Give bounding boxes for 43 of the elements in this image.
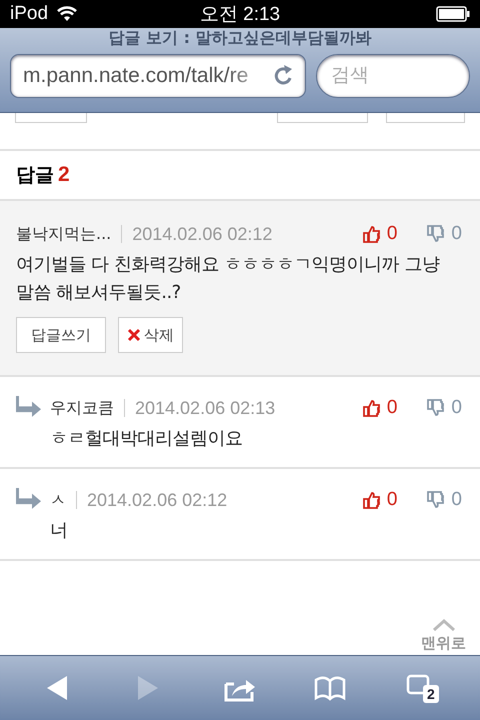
thumbs-up-icon[interactable] bbox=[362, 399, 381, 417]
like-count: 0 bbox=[386, 489, 398, 511]
section-title: 답글 bbox=[16, 163, 54, 188]
cut-off-button[interactable] bbox=[386, 113, 465, 123]
address-field[interactable]: m.pann.nate.com/talk/re bbox=[10, 54, 306, 98]
caret-icon bbox=[432, 618, 456, 632]
bookmarks-button[interactable] bbox=[314, 674, 346, 702]
author-name[interactable]: 불낙지먹는... bbox=[16, 224, 112, 244]
comment-text: 너 bbox=[50, 519, 68, 543]
author-name[interactable]: ㅅ bbox=[50, 490, 66, 510]
thumbs-up-icon[interactable] bbox=[362, 491, 381, 509]
comment-text: ㅎㄹ헐대박대리설렘이요 bbox=[50, 427, 244, 451]
reply-button[interactable]: 답글쓰기 bbox=[16, 317, 106, 353]
delete-button[interactable]: 삭제 bbox=[118, 317, 183, 353]
dislike-count: 0 bbox=[451, 223, 462, 245]
reply-count: 2 bbox=[58, 163, 70, 187]
tab-count: 2 bbox=[422, 685, 439, 703]
dislike-count: 0 bbox=[451, 397, 462, 419]
comment-date: 2014.02.06 02:13 bbox=[135, 398, 276, 418]
search-field[interactable]: 검색 bbox=[316, 54, 470, 98]
thumbs-down-icon[interactable] bbox=[427, 225, 446, 243]
book-icon bbox=[314, 674, 346, 702]
wifi-icon bbox=[56, 6, 78, 22]
cut-off-button[interactable] bbox=[276, 113, 368, 123]
comment-date: 2014.02.06 02:12 bbox=[132, 224, 272, 244]
close-icon bbox=[127, 328, 141, 342]
device-name: iPod bbox=[10, 3, 48, 25]
cut-off-button[interactable] bbox=[15, 113, 87, 123]
clock: 오전 2:13 bbox=[200, 4, 280, 25]
tabs-button[interactable]: 2 bbox=[404, 674, 437, 702]
thumbs-up-icon[interactable] bbox=[362, 225, 381, 243]
battery-icon bbox=[436, 6, 470, 22]
reply-arrow-icon bbox=[16, 395, 42, 417]
comment-date: 2014.02.06 02:12 bbox=[87, 490, 228, 510]
thumbs-down-icon[interactable] bbox=[427, 399, 446, 417]
reply-arrow-icon bbox=[16, 487, 42, 509]
page-title: 답글 보기 : 말하고싶은데부담될까봐 bbox=[107, 28, 373, 49]
like-count: 0 bbox=[386, 397, 398, 419]
dislike-count: 0 bbox=[451, 489, 462, 511]
thumbs-down-icon[interactable] bbox=[427, 491, 446, 509]
comment-text: 여기벌들 다 친화력강해요 ㅎㅎㅎㅎㄱ익명이니까 그냥 말씀 해보셔두될듯..? bbox=[16, 253, 440, 305]
author-name[interactable]: 우지코큼 bbox=[50, 398, 114, 418]
like-count: 0 bbox=[386, 223, 398, 245]
